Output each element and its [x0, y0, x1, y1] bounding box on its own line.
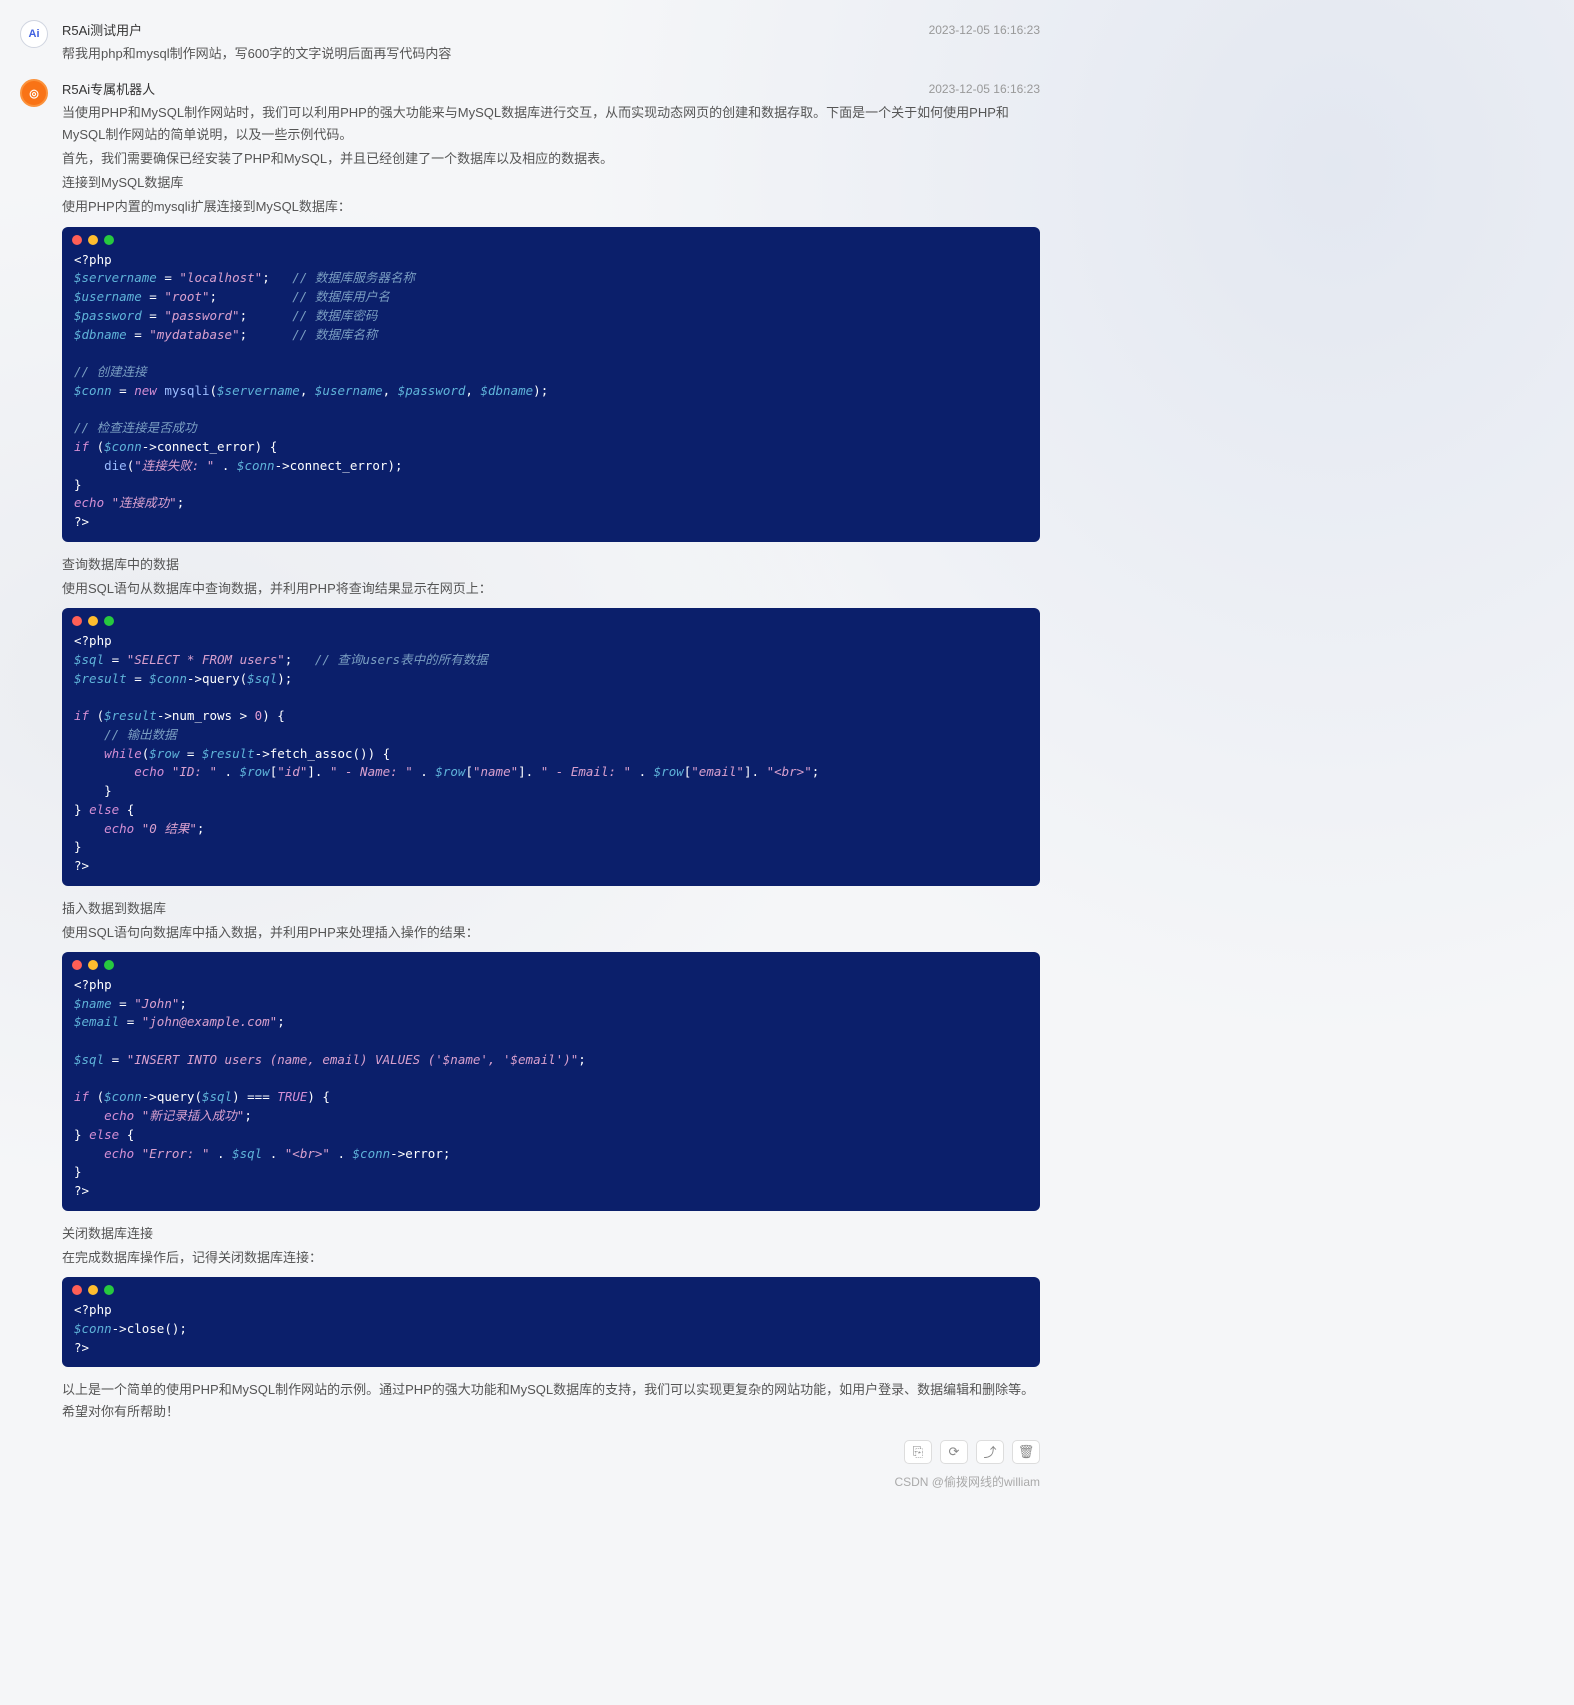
window-dot-yellow: [88, 960, 98, 970]
action-bar: ⎘ ⟳ ⤴ 🗑: [904, 1440, 1040, 1464]
window-dot-green: [104, 960, 114, 970]
outro: 以上是一个简单的使用PHP和MySQL制作网站的示例。通过PHP的强大功能和My…: [62, 1379, 1040, 1423]
share-button[interactable]: ⤴: [976, 1440, 1004, 1464]
window-dot-red: [72, 1285, 82, 1295]
code-header: [62, 608, 1040, 630]
watermark: CSDN @偷拨网线的william: [894, 1473, 1040, 1490]
user-time: 2023-12-05 16:16:23: [929, 23, 1040, 37]
window-dot-red: [72, 235, 82, 245]
window-dot-green: [104, 235, 114, 245]
section-3-heading: 插入数据到数据库: [62, 898, 1040, 920]
user-name: R5Ai测试用户: [62, 20, 142, 39]
code-content[interactable]: <?php $name = "John"; $email = "john@exa…: [62, 974, 1040, 1211]
user-avatar: Ai: [20, 20, 48, 48]
bot-message: ◎ R5Ai专属机器人 2023-12-05 16:16:23 当使用PHP和M…: [20, 79, 1040, 1425]
delete-button[interactable]: 🗑: [1012, 1440, 1040, 1464]
intro-2: 首先，我们需要确保已经安装了PHP和MySQL，并且已经创建了一个数据库以及相应…: [62, 148, 1040, 170]
bot-time: 2023-12-05 16:16:23: [929, 82, 1040, 96]
refresh-button[interactable]: ⟳: [940, 1440, 968, 1464]
code-block-connect: <?php $servername = "localhost"; // 数据库服…: [62, 227, 1040, 542]
code-header: [62, 227, 1040, 249]
section-3-text: 使用SQL语句向数据库中插入数据，并利用PHP来处理插入操作的结果：: [62, 922, 1040, 944]
code-header: [62, 1277, 1040, 1299]
window-dot-yellow: [88, 1285, 98, 1295]
section-4-heading: 关闭数据库连接: [62, 1223, 1040, 1245]
section-4-text: 在完成数据库操作后，记得关闭数据库连接：: [62, 1247, 1040, 1269]
user-message: Ai R5Ai测试用户 2023-12-05 16:16:23 帮我用php和m…: [20, 20, 1040, 65]
section-1-heading: 连接到MySQL数据库: [62, 172, 1040, 194]
code-block-query: <?php $sql = "SELECT * FROM users"; // 查…: [62, 608, 1040, 886]
window-dot-yellow: [88, 235, 98, 245]
window-dot-red: [72, 616, 82, 626]
window-dot-green: [104, 616, 114, 626]
window-dot-yellow: [88, 616, 98, 626]
code-content[interactable]: <?php $servername = "localhost"; // 数据库服…: [62, 249, 1040, 542]
code-block-close: <?php $conn->close(); ?>: [62, 1277, 1040, 1367]
code-block-insert: <?php $name = "John"; $email = "john@exa…: [62, 952, 1040, 1211]
section-2-text: 使用SQL语句从数据库中查询数据，并利用PHP将查询结果显示在网页上：: [62, 578, 1040, 600]
window-dot-green: [104, 1285, 114, 1295]
section-1-text: 使用PHP内置的mysqli扩展连接到MySQL数据库：: [62, 196, 1040, 218]
copy-button[interactable]: ⎘: [904, 1440, 932, 1464]
user-text: 帮我用php和mysql制作网站，写600字的文字说明后面再写代码内容: [62, 43, 1040, 65]
section-2-heading: 查询数据库中的数据: [62, 554, 1040, 576]
bot-name: R5Ai专属机器人: [62, 79, 155, 98]
window-dot-red: [72, 960, 82, 970]
code-header: [62, 952, 1040, 974]
bot-avatar: ◎: [20, 79, 48, 107]
code-content[interactable]: <?php $sql = "SELECT * FROM users"; // 查…: [62, 630, 1040, 886]
intro-1: 当使用PHP和MySQL制作网站时，我们可以利用PHP的强大功能来与MySQL数…: [62, 102, 1040, 146]
code-content[interactable]: <?php $conn->close(); ?>: [62, 1299, 1040, 1367]
